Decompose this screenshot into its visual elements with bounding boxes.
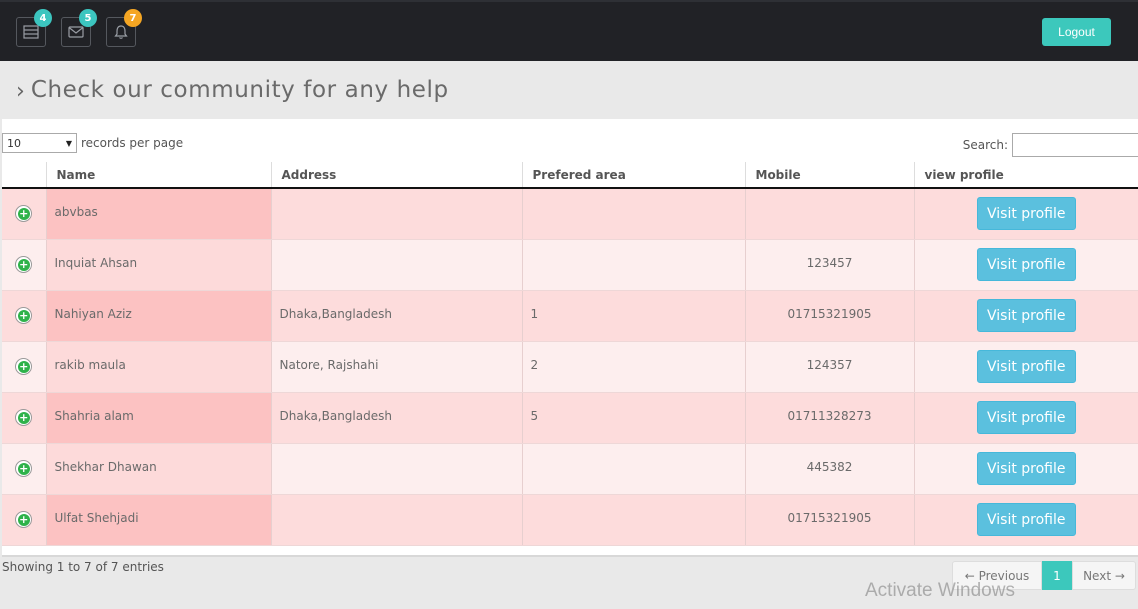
table-row: + Shahria alam Dhaka,Bangladesh 5 0171132827… [2,392,1138,444]
expand-plus-icon[interactable]: + [15,409,33,426]
records-per-page-label: records per page [81,136,184,150]
envelope-icon [68,26,84,38]
profile-cell: Visit profile [913,188,1138,240]
area-cell [521,443,745,495]
address-cell [270,443,522,495]
profile-cell: Visit profile [913,494,1138,546]
address-cell: Dhaka,Bangladesh [270,392,522,444]
table-header-row: Name Address Prefered area Mobile view p… [2,162,1138,189]
area-cell [521,239,745,291]
community-table: Name Address Prefered area Mobile view p… [2,162,1138,546]
mobile-cell [744,188,914,240]
col-profile-header[interactable]: view profile [913,162,1138,189]
notifications-button[interactable]: 7 [106,9,142,47]
tasks-button[interactable]: 4 [16,9,52,47]
area-cell: 2 [521,341,745,393]
table-row: + Shekhar Dhawan 445382 Visit profile [2,443,1138,495]
expand-cell: + [2,443,46,495]
page-header: › Check our community for any help [2,61,1138,119]
expand-cell: + [2,239,46,291]
page-length-select[interactable]: 10 ▼ [2,133,77,153]
name-cell: Shahria alam [45,392,271,444]
table-row: + rakib maula Natore, Rajshahi 2 124357 Visit… [2,341,1138,393]
visit-profile-button[interactable]: Visit profile [976,452,1076,485]
search-input[interactable] [1012,133,1138,157]
address-cell [270,494,522,546]
col-expand-header [2,162,46,189]
visit-profile-button[interactable]: Visit profile [976,248,1076,281]
expand-cell: + [2,188,46,240]
table-info: Showing 1 to 7 of 7 entries [2,560,164,574]
page-length-value: 10 [7,136,21,150]
search-label: Search: [962,138,1008,152]
page-title: Check our community for any help [30,77,449,103]
address-cell: Dhaka,Bangladesh [270,290,522,342]
name-cell: rakib maula [45,341,271,393]
visit-profile-button[interactable]: Visit profile [976,401,1076,434]
name-cell: Ulfat Shehjadi [45,494,271,546]
expand-plus-icon[interactable]: + [15,358,33,375]
tasks-badge: 4 [34,9,52,27]
page-1-button[interactable]: 1 [1042,561,1072,590]
area-cell: 1 [521,290,745,342]
expand-plus-icon[interactable]: + [15,511,33,528]
community-panel: 10 ▼ records per page Search: Name Addre… [2,119,1138,557]
col-name-header[interactable]: Name [45,162,271,189]
area-cell [521,188,745,240]
profile-cell: Visit profile [913,239,1138,291]
address-cell [270,188,522,240]
area-cell [521,494,745,546]
top-navbar: 4 5 7 Logout [0,0,1138,61]
profile-cell: Visit profile [913,392,1138,444]
name-cell: Inquiat Ahsan [45,239,271,291]
name-cell: Shekhar Dhawan [45,443,271,495]
expand-plus-icon[interactable]: + [15,205,33,223]
mobile-cell: 01715321905 [744,494,914,546]
address-cell: Natore, Rajshahi [270,341,522,393]
chevron-right-icon: › [16,78,25,104]
messages-badge: 5 [79,9,97,27]
profile-cell: Visit profile [913,290,1138,342]
expand-plus-icon[interactable]: + [15,460,33,477]
table-row: + Nahiyan Aziz Dhaka,Bangladesh 1 0171532190… [2,290,1138,342]
mobile-cell: 124357 [744,341,914,393]
visit-profile-button[interactable]: Visit profile [976,350,1076,383]
expand-plus-icon[interactable]: + [15,256,33,273]
address-cell [270,239,522,291]
table-body: + abvbas Visit profile + Inquiat Ahsan 123457… [2,188,1138,546]
area-cell: 5 [521,392,745,444]
col-area-header[interactable]: Prefered area [521,162,745,189]
profile-cell: Visit profile [913,341,1138,393]
name-cell: abvbas [45,188,271,240]
visit-profile-button[interactable]: Visit profile [976,503,1076,536]
expand-plus-icon[interactable]: + [15,307,33,324]
windows-activation-watermark: Activate Windows [865,580,1015,601]
visit-profile-button[interactable]: Visit profile [976,197,1076,231]
expand-cell: + [2,341,46,393]
name-cell: Nahiyan Aziz [45,290,271,342]
mobile-cell: 01715321905 [744,290,914,342]
notifications-badge: 7 [124,9,142,27]
expand-cell: + [2,392,46,444]
logout-button[interactable]: Logout [1042,18,1111,46]
table-row: + abvbas Visit profile [2,188,1138,240]
dropdown-arrow-icon: ▼ [65,138,72,148]
col-address-header[interactable]: Address [270,162,522,189]
visit-profile-button[interactable]: Visit profile [976,299,1076,332]
messages-button[interactable]: 5 [61,9,97,47]
table-row: + Ulfat Shehjadi 01715321905 Visit profile [2,494,1138,546]
search-control: Search: [963,133,1138,157]
mobile-cell: 123457 [744,239,914,291]
profile-cell: Visit profile [913,443,1138,495]
mobile-cell: 445382 [744,443,914,495]
expand-cell: + [2,494,46,546]
bell-icon [114,25,128,39]
list-icon [23,25,39,39]
mobile-cell: 01711328273 [744,392,914,444]
next-page-button[interactable]: Next → [1072,561,1136,590]
expand-cell: + [2,290,46,342]
page-length-control: 10 ▼ records per page [2,133,183,153]
col-mobile-header[interactable]: Mobile [744,162,914,189]
table-row: + Inquiat Ahsan 123457 Visit profile [2,239,1138,291]
